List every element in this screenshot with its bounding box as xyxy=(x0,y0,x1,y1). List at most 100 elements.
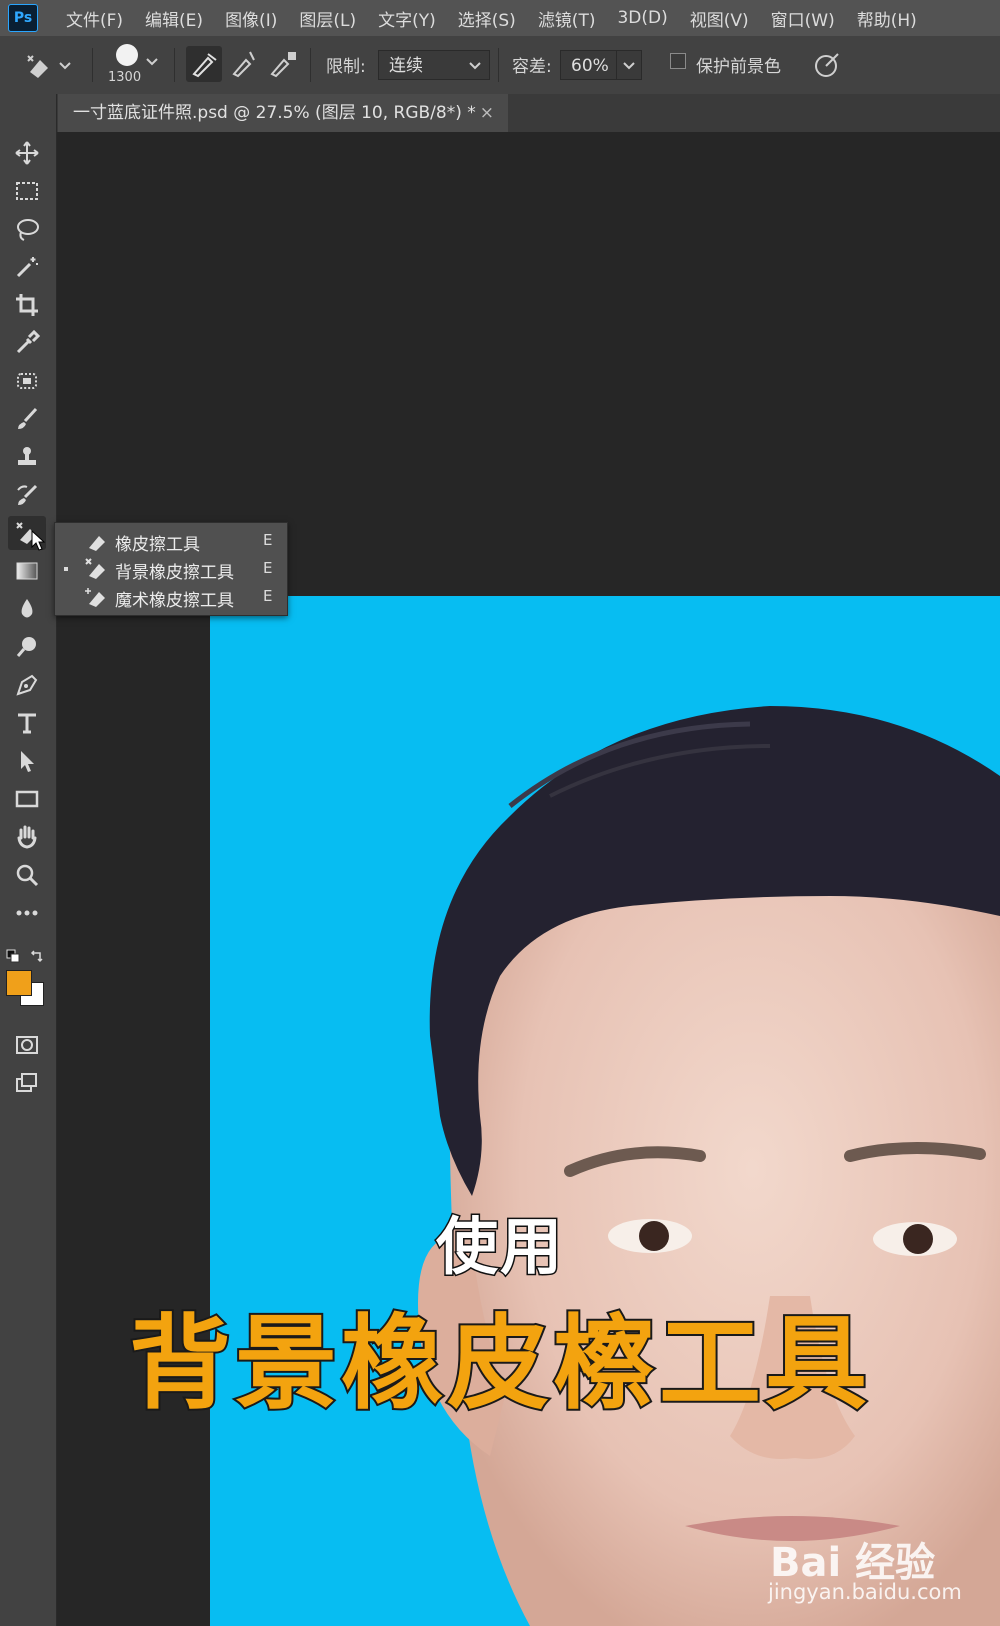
type-tool[interactable] xyxy=(8,706,46,740)
flyout-background-eraser-tool[interactable]: 背景橡皮擦工具 E xyxy=(55,555,287,583)
chevron-down-icon xyxy=(623,62,635,70)
lasso-icon xyxy=(17,219,39,241)
pressure-pen-icon xyxy=(815,53,839,77)
tolerance-value: 60% xyxy=(571,56,609,76)
eraser-tool-flyout: 橡皮擦工具 E 背景橡皮擦工具 E 魔术橡皮擦工具 E xyxy=(54,522,288,616)
pressure-size-button[interactable] xyxy=(812,48,844,80)
menu-file[interactable]: 文件(F) xyxy=(66,6,123,31)
close-tab-icon[interactable]: × xyxy=(480,94,494,132)
flyout-eraser-tool[interactable]: 橡皮擦工具 E xyxy=(55,527,287,555)
rectangle-tool[interactable] xyxy=(8,782,46,816)
magic-eraser-icon xyxy=(85,588,105,607)
rectangle-icon xyxy=(15,790,39,808)
hand-tool[interactable] xyxy=(8,820,46,854)
flyout-item-label: 背景橡皮擦工具 xyxy=(115,563,234,583)
mouse-cursor-icon xyxy=(31,530,46,551)
crop-tool[interactable] xyxy=(8,288,46,322)
menu-help[interactable]: 帮助(H) xyxy=(857,6,917,31)
path-selection-tool[interactable] xyxy=(8,744,46,778)
portrait-image xyxy=(418,706,1000,1626)
flyout-magic-eraser-tool[interactable]: 魔术橡皮擦工具 E xyxy=(55,583,287,611)
sampling-swatch-icon xyxy=(270,52,296,78)
menu-edit[interactable]: 编辑(E) xyxy=(145,6,203,31)
brush-icon xyxy=(18,407,38,429)
brush-tool[interactable] xyxy=(8,402,46,436)
background-eraser-icon xyxy=(85,558,105,579)
sampling-continuous-icon xyxy=(192,53,217,78)
blur-icon xyxy=(21,599,33,618)
eyedropper-icon xyxy=(16,330,40,354)
blur-tool[interactable] xyxy=(8,592,46,626)
document-tab-title: 一寸蓝底证件照.psd @ 27.5% (图层 10, RGB/8*) * xyxy=(73,103,476,123)
magic-wand-icon xyxy=(16,257,38,278)
chevron-down-icon xyxy=(469,62,481,70)
lasso-tool[interactable] xyxy=(8,212,46,246)
quick-mask-button[interactable] xyxy=(8,1028,46,1062)
menu-filter[interactable]: 滤镜(T) xyxy=(538,6,596,31)
active-tool-indicator xyxy=(64,567,68,571)
menu-image[interactable]: 图像(I) xyxy=(225,6,277,31)
brush-size-value: 1300 xyxy=(108,70,142,85)
quick-mask-icon xyxy=(16,1036,38,1054)
history-brush-icon xyxy=(17,484,38,505)
sampling-once-button[interactable] xyxy=(226,46,262,82)
menu-layer[interactable]: 图层(L) xyxy=(299,6,356,31)
limit-select[interactable]: 连续 xyxy=(378,50,490,80)
tolerance-label: 容差: xyxy=(512,57,552,77)
brush-size-picker[interactable]: 1300 xyxy=(104,42,158,88)
sampling-continuous-button[interactable] xyxy=(186,46,222,82)
healing-brush-icon xyxy=(17,373,37,389)
pen-icon xyxy=(16,674,38,696)
photoshop-logo: Ps xyxy=(8,4,38,32)
tolerance-field[interactable]: 60% xyxy=(560,50,642,80)
zoom-icon xyxy=(16,864,39,887)
menu-view[interactable]: 视图(V) xyxy=(690,6,749,31)
screen-mode-icon xyxy=(16,1073,37,1092)
flyout-item-label: 橡皮擦工具 xyxy=(115,535,200,555)
tool-preset-picker[interactable] xyxy=(24,50,74,84)
magic-wand-tool[interactable] xyxy=(8,250,46,284)
brush-tip-icon xyxy=(116,44,138,66)
menu-bar: Ps 文件(F) 编辑(E) 图像(I) 图层(L) 文字(Y) 选择(S) 滤… xyxy=(0,0,1000,36)
sampling-once-icon xyxy=(232,51,255,78)
dodge-tool[interactable] xyxy=(8,630,46,664)
marquee-icon xyxy=(16,182,38,200)
zoom-tool[interactable] xyxy=(8,858,46,892)
gradient-tool[interactable] xyxy=(8,554,46,588)
foreground-color-swatch[interactable] xyxy=(6,970,32,996)
menu-window[interactable]: 窗口(W) xyxy=(771,6,835,31)
crop-icon xyxy=(16,294,38,316)
eyedropper-tool[interactable] xyxy=(8,326,46,360)
gradient-icon xyxy=(16,562,38,580)
caption-line-1: 使用 xyxy=(434,1209,564,1285)
clone-stamp-tool[interactable] xyxy=(8,440,46,474)
protect-foreground-checkbox[interactable] xyxy=(670,53,686,69)
swap-colors-icon[interactable] xyxy=(30,948,44,967)
sampling-background-swatch-button[interactable] xyxy=(264,46,300,82)
id-photo-canvas[interactable] xyxy=(210,596,1000,1626)
move-tool[interactable] xyxy=(8,136,46,170)
more-tools-icon xyxy=(16,910,38,916)
dodge-icon xyxy=(16,637,36,657)
healing-brush-tool[interactable] xyxy=(8,364,46,398)
flyout-item-shortcut: E xyxy=(263,531,273,549)
hand-icon xyxy=(17,825,37,849)
pen-tool[interactable] xyxy=(8,668,46,702)
more-tools-button[interactable] xyxy=(8,896,46,930)
menu-type[interactable]: 文字(Y) xyxy=(378,6,436,31)
baidu-watermark-url: jingyan.baidu.com xyxy=(768,1580,962,1604)
history-brush-tool[interactable] xyxy=(8,478,46,512)
screen-mode-button[interactable] xyxy=(8,1066,46,1100)
type-icon xyxy=(18,713,36,734)
document-tab[interactable]: 一寸蓝底证件照.psd @ 27.5% (图层 10, RGB/8*) * × xyxy=(58,94,508,132)
eraser-icon xyxy=(89,536,105,551)
menu-select[interactable]: 选择(S) xyxy=(458,6,516,31)
flyout-item-shortcut: E xyxy=(263,559,273,577)
path-selection-icon xyxy=(21,751,34,772)
protect-foreground-label: 保护前景色 xyxy=(696,57,781,77)
eraser-tool[interactable] xyxy=(8,516,46,551)
limit-value: 连续 xyxy=(389,56,423,76)
marquee-tool[interactable] xyxy=(8,174,46,208)
menu-3d[interactable]: 3D(D) xyxy=(617,8,667,28)
default-colors-icon[interactable] xyxy=(6,948,20,967)
